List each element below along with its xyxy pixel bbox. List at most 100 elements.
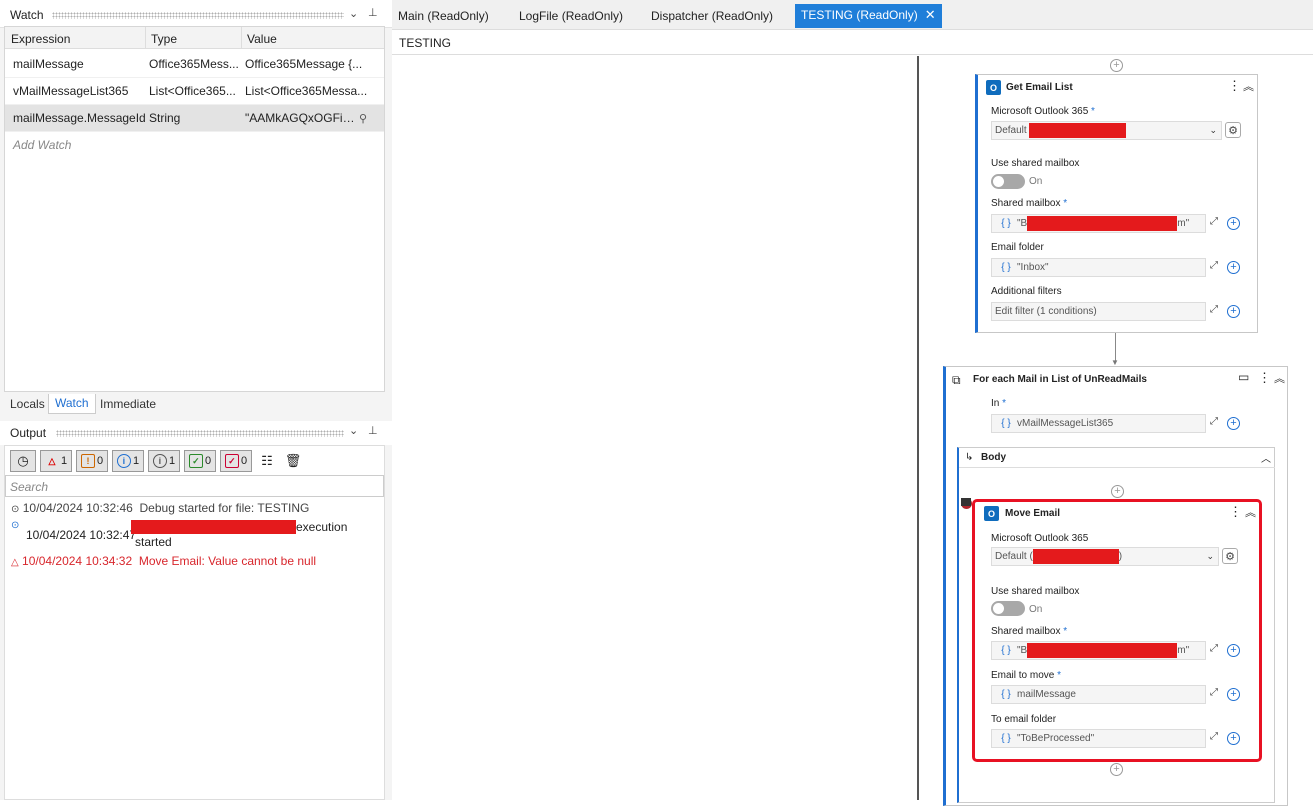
pin-icon[interactable]: ⊥	[368, 424, 378, 437]
field-label: Additional filters	[991, 286, 1062, 297]
outlook-icon: O	[986, 80, 1001, 95]
add-activity-icon[interactable]: +	[1111, 485, 1124, 498]
tab-testing[interactable]: TESTING (ReadOnly) ✕	[795, 4, 942, 28]
expand-icon[interactable]: ⤢	[1210, 260, 1218, 271]
watch-row[interactable]: vMailMessageList365 List<Office365... Li…	[5, 78, 384, 105]
plus-icon[interactable]: +	[1227, 688, 1240, 701]
watch-row-selected[interactable]: mailMessage.MessageId String "AAMkAGQxOG…	[5, 105, 384, 132]
tab-dispatcher[interactable]: Dispatcher (ReadOnly)	[645, 5, 779, 29]
redacted-block	[1027, 216, 1178, 231]
designer-canvas: TESTING + O Get Email List ⋮ ︽ Microsoft…	[392, 30, 1313, 806]
field-label: Shared mailbox *	[991, 198, 1068, 209]
watch-row[interactable]: mailMessage Office365Mess... Office365Me…	[5, 51, 384, 78]
info-filter-button[interactable]: i1	[112, 450, 144, 472]
activity-title: For each Mail in List of UnReadMails	[973, 374, 1147, 385]
output-title: Output	[10, 426, 47, 440]
watch-value: "AAMkAGQxOGFiM...	[245, 111, 359, 125]
watch-columns: Expression Type Value	[5, 27, 384, 49]
expression-icon: { }	[1001, 645, 1011, 656]
redacted-block	[1032, 549, 1119, 564]
kebab-menu-icon[interactable]: ⋮	[1258, 370, 1271, 386]
redacted-block	[131, 520, 296, 534]
connection-select[interactable]: Default ⌄	[991, 121, 1222, 140]
field-label: In *	[991, 398, 1007, 409]
gear-icon[interactable]: ⚙	[1222, 548, 1238, 564]
toggle-label: On	[1029, 604, 1043, 615]
col-type[interactable]: Type	[151, 32, 177, 46]
watch-header: Watch ⌄ ⊥	[0, 0, 392, 28]
success-filter-button[interactable]: ✓ 0	[184, 450, 216, 472]
add-activity-icon[interactable]: +	[1110, 59, 1123, 72]
expand-icon[interactable]: ⤢	[1210, 731, 1218, 742]
clock-icon: ◷	[17, 453, 29, 468]
tab-logfile[interactable]: LogFile (ReadOnly)	[513, 5, 629, 29]
move-email-activity[interactable]: O Move Email ⋮ ︽ Microsoft Outlook 365 D…	[972, 499, 1262, 762]
collapse-icon[interactable]: ︽	[1243, 78, 1254, 94]
shared-mailbox-input[interactable]: { } "B m"	[991, 214, 1206, 233]
tab-locals[interactable]: Locals	[4, 397, 51, 411]
clock-filter-button[interactable]: ◷	[10, 450, 36, 472]
magnifier-icon[interactable]: ⚲	[359, 112, 367, 125]
plus-icon[interactable]: +	[1227, 417, 1240, 430]
activity-title: Move Email	[1005, 508, 1061, 519]
expand-icon[interactable]: ⤢	[1210, 216, 1218, 227]
kebab-menu-icon[interactable]: ⋮	[1228, 78, 1241, 94]
collapse-icon[interactable]: ︽	[1245, 504, 1256, 520]
pin-icon[interactable]: ⊥	[368, 6, 378, 19]
warning-filter-button[interactable]: ! 0	[76, 450, 108, 472]
tab-immediate[interactable]: Immediate	[94, 397, 162, 411]
plus-icon[interactable]: +	[1227, 305, 1240, 318]
expand-icon[interactable]: ⤢	[1210, 416, 1218, 427]
plus-icon[interactable]: +	[1227, 644, 1240, 657]
plus-icon[interactable]: +	[1227, 261, 1240, 274]
additional-filters-input[interactable]: Edit filter (1 conditions)	[991, 302, 1206, 321]
expression-icon: { }	[1001, 262, 1011, 273]
filter-list-icon[interactable]: ☷	[256, 450, 278, 472]
plus-icon[interactable]: +	[1227, 732, 1240, 745]
chevron-up-icon[interactable]: ︿	[1261, 450, 1271, 465]
email-folder-input[interactable]: { } "Inbox"	[991, 258, 1206, 277]
watch-title: Watch	[10, 8, 44, 22]
connection-select[interactable]: Default ( ) ⌄	[991, 547, 1219, 566]
expand-icon[interactable]: ⤢	[1210, 687, 1218, 698]
fail-filter-button[interactable]: ✓ 0	[220, 450, 252, 472]
col-expression[interactable]: Expression	[11, 32, 70, 46]
plus-icon[interactable]: +	[1227, 217, 1240, 230]
chevron-down-icon[interactable]: ⌄	[349, 7, 358, 20]
tab-main[interactable]: Main (ReadOnly)	[392, 5, 495, 29]
expand-icon[interactable]: ⤢	[1210, 304, 1218, 315]
clock-icon: ⊙	[11, 504, 20, 515]
watch-grid: Expression Type Value mailMessage Office…	[4, 26, 385, 392]
error-filter-button[interactable]: △ 1	[40, 450, 72, 472]
get-email-list-activity[interactable]: O Get Email List ⋮ ︽ Microsoft Outlook 3…	[975, 74, 1258, 333]
trace-filter-button[interactable]: i1	[148, 450, 180, 472]
expand-icon[interactable]: ⤢	[1210, 643, 1218, 654]
drag-grip[interactable]	[52, 12, 344, 19]
in-input[interactable]: { } vMailMessageList365	[991, 414, 1206, 433]
gear-icon[interactable]: ⚙	[1225, 122, 1241, 138]
warning-icon: △	[11, 557, 19, 568]
breadcrumb-bar: TESTING	[392, 30, 1313, 55]
chevron-down-icon[interactable]: ⌄	[349, 424, 358, 437]
trash-icon[interactable]: 🗑	[282, 450, 304, 472]
comment-icon[interactable]: ▭	[1238, 370, 1249, 384]
close-icon[interactable]: ✕	[925, 4, 936, 26]
col-value[interactable]: Value	[247, 32, 277, 46]
watch-expr: vMailMessageList365	[13, 84, 129, 98]
output-search-input[interactable]: Search	[5, 475, 384, 497]
shared-mailbox-toggle[interactable]	[991, 601, 1025, 616]
sequence-line	[917, 56, 919, 800]
shared-mailbox-toggle[interactable]	[991, 174, 1025, 189]
info-icon: ⊙	[11, 520, 20, 531]
add-watch[interactable]: Add Watch	[13, 138, 71, 152]
add-activity-icon[interactable]: +	[1110, 763, 1123, 776]
drag-grip[interactable]	[56, 430, 344, 437]
tab-watch[interactable]: Watch	[48, 394, 96, 414]
field-label: To email folder	[991, 714, 1057, 725]
kebab-menu-icon[interactable]: ⋮	[1229, 504, 1242, 520]
email-to-move-input[interactable]: { } mailMessage	[991, 685, 1206, 704]
breadcrumb[interactable]: TESTING	[399, 36, 451, 50]
collapse-icon[interactable]: ︽	[1274, 370, 1285, 386]
to-email-folder-input[interactable]: { } "ToBeProcessed"	[991, 729, 1206, 748]
shared-mailbox-input[interactable]: { } "B m"	[991, 641, 1206, 660]
